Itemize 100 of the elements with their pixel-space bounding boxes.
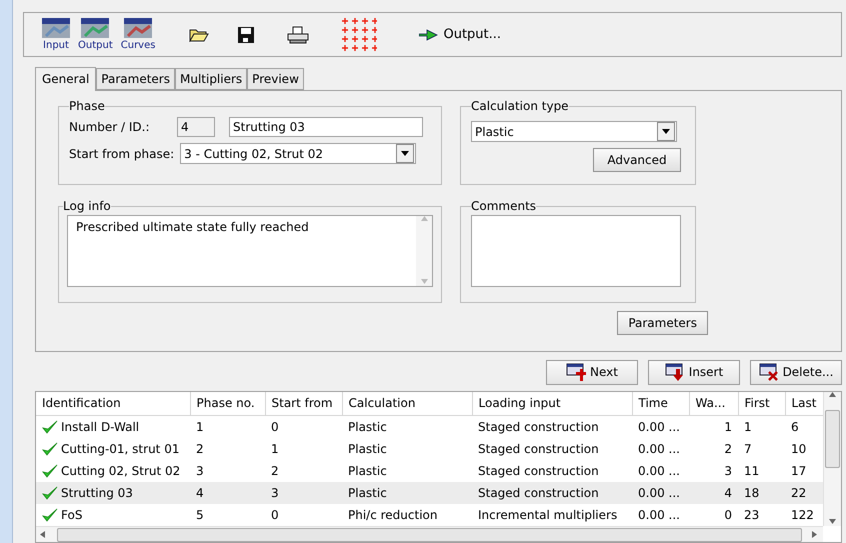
table-cell: 2: [196, 442, 204, 456]
table-cell: 0.00 ...: [638, 442, 680, 456]
table-cell: 18: [744, 486, 760, 500]
table-down-arrow-icon: [664, 363, 685, 382]
vertical-scrollbar[interactable]: [823, 392, 841, 526]
comments-text-area[interactable]: [471, 215, 681, 288]
table-cell: 4: [724, 486, 732, 500]
table-cell: 3: [196, 464, 204, 478]
table-cell: 122: [791, 508, 814, 522]
column-header[interactable]: Wa...: [689, 392, 738, 416]
app-icon: [81, 18, 110, 38]
table-cell: 1: [724, 420, 732, 434]
table-row[interactable]: Strutting 03 4 3 Plastic Staged construction 0.00 ... 4 18 22: [36, 482, 823, 504]
table-cell: 1: [271, 442, 279, 456]
app-icon: [42, 18, 70, 38]
table-cell: Strutting 03: [61, 486, 133, 500]
column-header[interactable]: Last: [785, 392, 823, 416]
scroll-right-arrow-icon[interactable]: [812, 531, 819, 538]
number-field[interactable]: 4: [177, 117, 215, 138]
table-cell: 2: [271, 464, 279, 478]
column-header[interactable]: Start from: [265, 392, 342, 416]
tab[interactable]: Preview: [247, 68, 304, 90]
table-cell: Staged construction: [478, 464, 599, 478]
column-header[interactable]: Calculation: [342, 392, 472, 416]
app-button[interactable]: Input: [38, 18, 74, 52]
table-cell: 22: [791, 486, 806, 500]
open-folder-button[interactable]: [189, 28, 210, 42]
check-icon: [42, 486, 58, 500]
app-icon: [124, 18, 152, 38]
check-icon: [42, 464, 58, 478]
table-cell: Phi/c reduction: [348, 508, 438, 522]
caret-icon: [401, 151, 410, 156]
action-button[interactable]: Insert: [648, 360, 740, 385]
table-plus-icon: [566, 363, 586, 382]
table-cell: Incremental multipliers: [478, 508, 618, 522]
field-label: Start from phase:: [69, 146, 174, 161]
table-cell: Plastic: [348, 464, 387, 478]
action-button[interactable]: Delete...: [750, 360, 842, 385]
scroll-left-arrow-icon[interactable]: [40, 531, 47, 538]
column-header[interactable]: Loading input: [472, 392, 632, 416]
mesh-points-button[interactable]: [339, 16, 378, 53]
table-cell: FoS: [61, 508, 82, 522]
parameters-button[interactable]: Parameters: [617, 311, 708, 336]
group-title: Comments: [471, 199, 536, 214]
start-phase-dropdown[interactable]: 3 - Cutting 02, Strut 02: [180, 143, 416, 164]
table-cell: Plastic: [348, 486, 387, 500]
group-title: Phase: [69, 99, 105, 114]
table-cell: 7: [744, 442, 752, 456]
table-cell: Plastic: [348, 442, 387, 456]
scroll-down-arrow-icon[interactable]: [829, 518, 836, 526]
log-text-area[interactable]: Prescribed ultimate state fully reached: [67, 215, 433, 288]
table-cell: Install D-Wall: [61, 420, 140, 434]
right-arrow-icon: [419, 28, 440, 41]
table-cell: 23: [744, 508, 760, 522]
print-button[interactable]: [287, 26, 310, 44]
table-cell: Staged construction: [478, 486, 599, 500]
table-cell: 1: [744, 420, 752, 434]
tab[interactable]: Multipliers: [174, 68, 248, 90]
check-icon: [42, 508, 58, 522]
table-cell: 0.00 ...: [638, 464, 680, 478]
check-icon: [42, 442, 58, 456]
tab[interactable]: General: [35, 67, 96, 92]
scroll-up-arrow-icon[interactable]: [829, 392, 836, 399]
app-button[interactable]: Output: [74, 18, 117, 52]
table-cell: 10: [791, 442, 806, 456]
table-cell: Staged construction: [478, 420, 599, 434]
tab[interactable]: Parameters: [96, 68, 175, 90]
table-cell: 3: [271, 486, 279, 500]
advanced-button[interactable]: Advanced: [593, 148, 681, 172]
table-cell: 2: [724, 442, 732, 456]
table-cell: 0: [271, 508, 279, 522]
table-cell: 0.00 ...: [638, 486, 680, 500]
table-cell: 0.00 ...: [638, 508, 680, 522]
calculation-type-dropdown[interactable]: Plastic: [471, 121, 677, 142]
table-cell: 17: [791, 464, 806, 478]
horizontal-scrollbar[interactable]: [36, 526, 823, 542]
column-header[interactable]: First: [738, 392, 785, 416]
table-cell: Plastic: [348, 420, 387, 434]
table-cell: 5: [196, 508, 204, 522]
table-cell: 0.00 ...: [638, 420, 680, 434]
output-button[interactable]: Output...: [413, 26, 508, 44]
action-button[interactable]: Next: [546, 360, 638, 385]
column-header[interactable]: Identification: [36, 392, 190, 416]
app-button[interactable]: Curves: [116, 18, 160, 52]
name-field[interactable]: Strutting 03: [229, 117, 423, 138]
check-icon: [42, 420, 58, 434]
column-header[interactable]: Phase no.: [190, 392, 265, 416]
table-cell: 0: [271, 420, 279, 434]
column-header[interactable]: Time: [632, 392, 689, 416]
table-cross-icon: [758, 363, 779, 382]
table-cell: 3: [724, 464, 732, 478]
table-cell: 6: [791, 420, 799, 434]
field-label: Number / ID.:: [69, 120, 151, 134]
table-cell: 1: [196, 420, 204, 434]
table-cell: Staged construction: [478, 442, 599, 456]
table-cell: 0: [724, 508, 732, 522]
table-cell: Cutting 02, Strut 02: [61, 464, 180, 478]
group-title: Log info: [63, 199, 111, 214]
save-button[interactable]: [237, 26, 256, 44]
caret-icon: [662, 129, 670, 134]
